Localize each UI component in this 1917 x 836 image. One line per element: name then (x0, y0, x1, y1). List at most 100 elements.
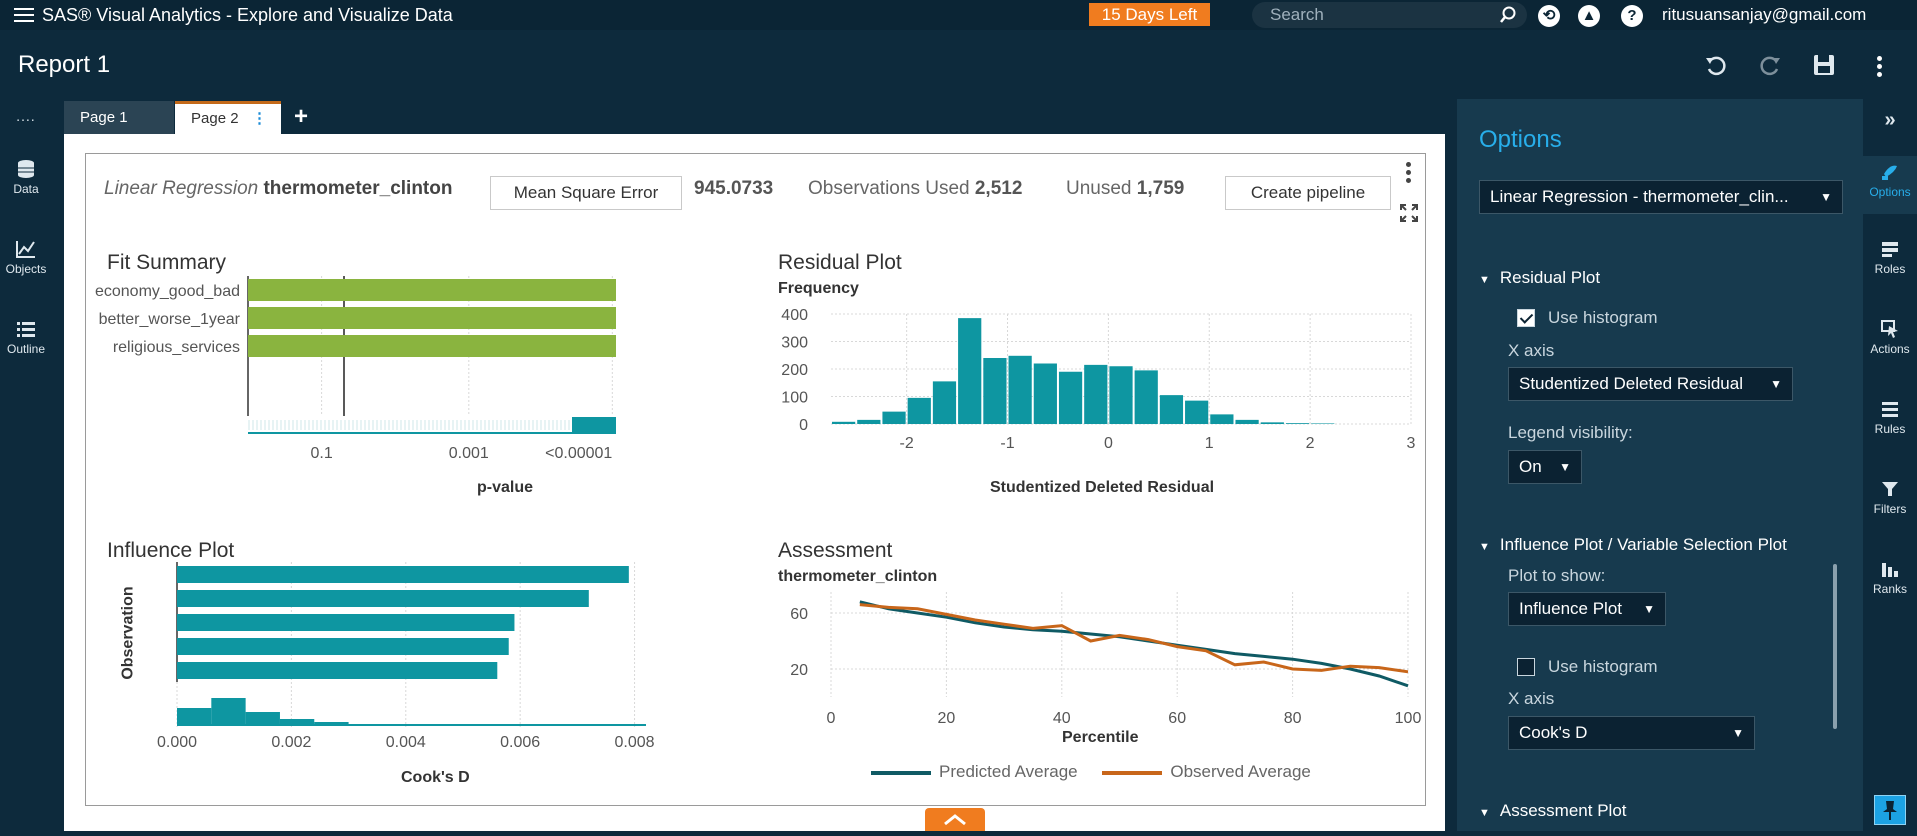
save-icon[interactable] (1811, 52, 1837, 78)
rail-outline[interactable]: Outline (0, 319, 52, 356)
pin-icon[interactable] (1874, 795, 1906, 825)
roles-icon (1882, 242, 1898, 257)
influence-overview-bar (177, 708, 212, 725)
residual-section-header[interactable]: ▼ Residual Plot (1479, 268, 1600, 288)
histogram-bar (1285, 423, 1310, 424)
rail-outline-label: Outline (6, 342, 46, 356)
influence-overview-bar (211, 698, 246, 725)
influence-x-tick: 0.008 (615, 734, 655, 751)
x-axis-label-1: X axis (1508, 341, 1555, 360)
add-page-button[interactable]: + (294, 103, 308, 131)
search-input[interactable] (1270, 5, 1490, 25)
regression-object[interactable]: Linear Regression thermometer_clinton Me… (85, 153, 1426, 806)
redo-icon[interactable] (1757, 52, 1783, 78)
assessment-y-tick: 60 (790, 606, 808, 623)
history-icon[interactable]: ⟲ (1538, 5, 1560, 27)
fit-bar (248, 307, 616, 329)
influence-x-tick: 0.000 (157, 734, 197, 751)
search-icon[interactable] (1499, 6, 1517, 24)
histogram-bar (1109, 366, 1133, 424)
residual-x-tick: 1 (1205, 435, 1214, 452)
residual-x-tick: 0 (1104, 435, 1113, 452)
rail-filters[interactable]: Filters (1863, 479, 1917, 516)
histogram-bar (958, 318, 982, 424)
notifications-icon[interactable]: ▲ (1578, 5, 1600, 27)
histogram-bar (932, 381, 957, 424)
histogram-bar (983, 358, 1007, 424)
report-canvas: Linear Regression thermometer_clinton Me… (64, 134, 1445, 831)
residual-y-tick: 100 (781, 390, 808, 407)
trial-badge[interactable]: 15 Days Left (1089, 3, 1210, 26)
rail-roles[interactable]: Roles (1863, 239, 1917, 276)
maximize-icon[interactable] (1398, 202, 1420, 224)
legend-visibility-select[interactable]: On ▼ (1508, 450, 1582, 484)
influence-section-header[interactable]: ▼ Influence Plot / Variable Selection Plo… (1479, 535, 1787, 555)
assessment-y-tick: 20 (790, 662, 808, 679)
tab-page-2-label: Page 2 (191, 110, 239, 127)
model-type: Linear Regression (104, 178, 259, 199)
cursor-icon (1881, 320, 1898, 338)
fit-summary-x-title: p-value (477, 479, 534, 496)
undo-icon[interactable] (1703, 52, 1729, 78)
x-axis-select-1[interactable]: Studentized Deleted Residual ▼ (1508, 367, 1793, 401)
rules-icon (1882, 402, 1898, 417)
help-icon[interactable]: ? (1621, 5, 1643, 27)
report-menu-icon[interactable] (1877, 56, 1883, 80)
create-pipeline-button[interactable]: Create pipeline (1225, 176, 1391, 210)
rail-data[interactable]: Data (0, 159, 52, 196)
object-select[interactable]: Linear Regression - thermometer_clin... ▼ (1479, 180, 1843, 214)
options-title: Options (1479, 126, 1562, 153)
metric-button[interactable]: Mean Square Error (490, 176, 682, 210)
assessment-chart[interactable]: 60 20 0 20 40 60 80 100 (776, 582, 1426, 732)
fit-tick-label: 0.1 (310, 445, 332, 462)
tab-page-1[interactable]: Page 1 (64, 101, 174, 134)
hamburger-menu-icon[interactable] (14, 8, 34, 23)
options-panel: Options Linear Regression - thermometer_… (1457, 99, 1863, 831)
fit-summary-chart[interactable]: economy_good_bad better_worse_1yearreligi… (86, 276, 646, 466)
options-scrollbar[interactable] (1833, 564, 1837, 729)
influence-plot-title: Influence Plot (107, 539, 235, 562)
residual-histogram[interactable]: 400 300 200 100 0 -2 -1 0 1 2 3 (776, 294, 1426, 454)
chevron-up-icon (944, 814, 966, 826)
fit-tick-label: <0.00001 (545, 445, 612, 462)
expand-panel-button[interactable] (925, 808, 985, 831)
collapse-panel-icon[interactable]: » (1863, 109, 1917, 132)
rail-grid-icon[interactable]: ∙∙∙∙ (0, 111, 52, 127)
residual-y-tick: 200 (781, 362, 808, 379)
assessment-section-header[interactable]: ▼ Assessment Plot (1479, 801, 1627, 821)
chart-line-icon (16, 241, 35, 258)
histogram-bar (1033, 363, 1057, 424)
rail-ranks[interactable]: Ranks (1863, 559, 1917, 596)
assessment-x-tick: 40 (1053, 710, 1071, 727)
fit-category-label: religious_services (113, 339, 240, 356)
fit-bar (248, 279, 616, 301)
assessment-x-tick: 60 (1168, 710, 1186, 727)
metric-value: 945.0733 (694, 178, 774, 199)
influence-x-tick: 0.006 (500, 734, 540, 751)
rail-options[interactable]: Options (1863, 156, 1917, 214)
histogram-bar (1159, 395, 1184, 424)
object-menu-icon[interactable] (1406, 162, 1412, 186)
influence-chart[interactable]: 0.000 0.002 0.004 0.006 0.008 (126, 562, 686, 757)
chevron-down-icon: ▼ (1732, 726, 1744, 740)
tab-page-2[interactable]: Page 2 ⋮ (175, 101, 281, 134)
user-email[interactable]: ritusuansanjay@gmail.com (1662, 5, 1866, 25)
search-box[interactable] (1252, 2, 1527, 28)
rail-objects[interactable]: Objects (0, 239, 52, 276)
tab-menu-icon[interactable]: ⋮ (252, 104, 267, 133)
use-histogram-checkbox-2[interactable] (1517, 658, 1535, 676)
rail-actions[interactable]: Actions (1863, 319, 1917, 356)
fit-tick-label: 0.001 (449, 445, 489, 462)
histogram-bar (1008, 355, 1032, 424)
influence-x-tick: 0.004 (386, 734, 426, 751)
report-title[interactable]: Report 1 (18, 51, 110, 79)
residual-x-tick: 3 (1407, 435, 1416, 452)
rail-data-label: Data (13, 182, 39, 196)
plot-to-show-select[interactable]: Influence Plot ▼ (1508, 592, 1666, 626)
use-histogram-checkbox-1[interactable] (1517, 309, 1535, 327)
rail-rules[interactable]: Rules (1863, 399, 1917, 436)
x-axis-label-2: X axis (1508, 689, 1555, 708)
assessment-x-title: Percentile (1062, 729, 1139, 746)
legend-visibility-label: Legend visibility: (1508, 423, 1633, 442)
x-axis-select-2[interactable]: Cook's D ▼ (1508, 716, 1755, 750)
